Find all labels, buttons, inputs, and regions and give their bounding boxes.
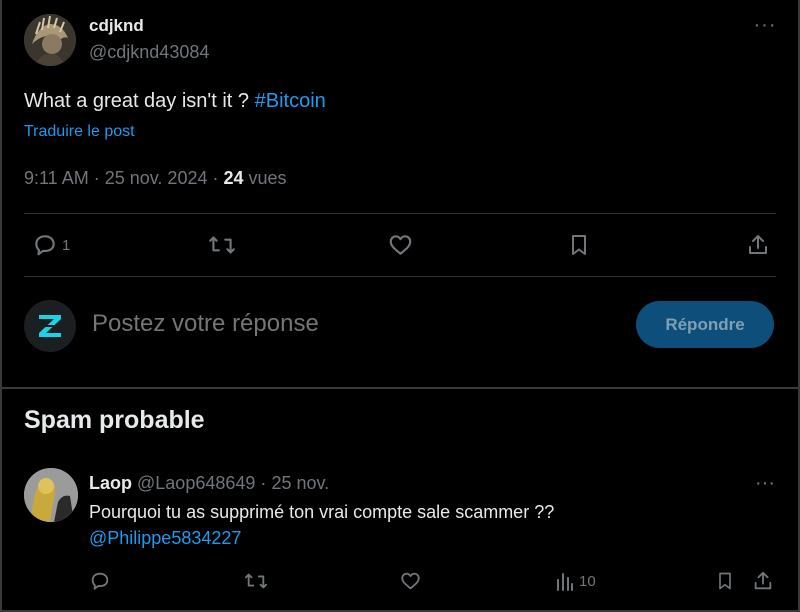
- author-avatar[interactable]: [24, 14, 76, 66]
- reply-bookmark-action[interactable]: [715, 570, 735, 592]
- author-handle[interactable]: @cdjknd43084: [89, 42, 209, 63]
- divider-bottom: [24, 276, 776, 277]
- z-logo-icon: [39, 315, 61, 337]
- divider-top: [24, 213, 776, 214]
- reply-header: Laop @Laop648649 · 25 nov.: [89, 473, 329, 494]
- more-options-icon[interactable]: ···: [752, 14, 778, 36]
- post-meta: 9:11 AM · 25 nov. 2024 · 24 vues: [24, 168, 287, 188]
- reply-views-count: 10: [579, 572, 596, 590]
- reply-author-name[interactable]: Laop: [89, 473, 132, 493]
- share-action[interactable]: [746, 232, 770, 258]
- reply-action[interactable]: 1: [32, 232, 70, 258]
- bookmark-icon: [719, 572, 731, 590]
- reply-text: Pourquoi tu as supprimé ton vrai compte …: [89, 502, 555, 522]
- reply-like-action[interactable]: [399, 570, 422, 592]
- reply-mention-link[interactable]: @Philippe5834227: [89, 528, 241, 549]
- my-avatar[interactable]: [24, 300, 76, 352]
- retweet-icon: [209, 236, 235, 254]
- avatar-image-icon: [24, 14, 76, 66]
- reply-composer-input[interactable]: [90, 309, 614, 339]
- retweet-icon: [245, 573, 267, 589]
- translate-post-link[interactable]: Traduire le post: [24, 123, 135, 141]
- reply-reply-action[interactable]: [89, 570, 111, 592]
- bookmark-icon: [572, 235, 586, 255]
- views-count: 24: [223, 168, 244, 188]
- reply-views-action[interactable]: 10: [555, 570, 596, 592]
- post-text: What a great day isn't it ? #Bitcoin: [24, 90, 326, 113]
- reply-icon: [91, 572, 109, 590]
- analytics-icon: [557, 573, 573, 591]
- reply-icon: [35, 235, 55, 256]
- section-title: Spam probable: [24, 406, 205, 434]
- heart-icon: [401, 572, 420, 590]
- share-icon: [754, 571, 772, 590]
- post-date[interactable]: 25 nov. 2024: [105, 168, 208, 188]
- avatar-image-icon: [24, 468, 78, 522]
- reply-retweet-action[interactable]: [243, 570, 269, 592]
- reply-dot: ·: [260, 473, 267, 493]
- retweet-action[interactable]: [207, 232, 237, 258]
- reply-author-avatar[interactable]: [24, 468, 78, 522]
- reply-more-options-icon[interactable]: ···: [752, 472, 778, 494]
- author-name[interactable]: cdjknd: [89, 16, 144, 36]
- share-icon: [749, 235, 767, 254]
- reply-date[interactable]: 25 nov.: [271, 473, 329, 493]
- reply-share-action[interactable]: [752, 570, 774, 592]
- like-action[interactable]: [387, 232, 414, 258]
- post-time[interactable]: 9:11 AM: [24, 168, 89, 188]
- reply-count: 1: [62, 236, 71, 254]
- bookmark-action[interactable]: [567, 232, 591, 258]
- heart-icon: [389, 235, 412, 255]
- reply-author-handle[interactable]: @Laop648649: [137, 473, 255, 493]
- section-separator: [0, 387, 800, 389]
- hashtag-link[interactable]: #Bitcoin: [255, 90, 326, 112]
- post-body: What a great day isn't it ?: [24, 90, 255, 112]
- views-label: vues: [248, 168, 287, 188]
- reply-button[interactable]: Répondre: [636, 301, 774, 348]
